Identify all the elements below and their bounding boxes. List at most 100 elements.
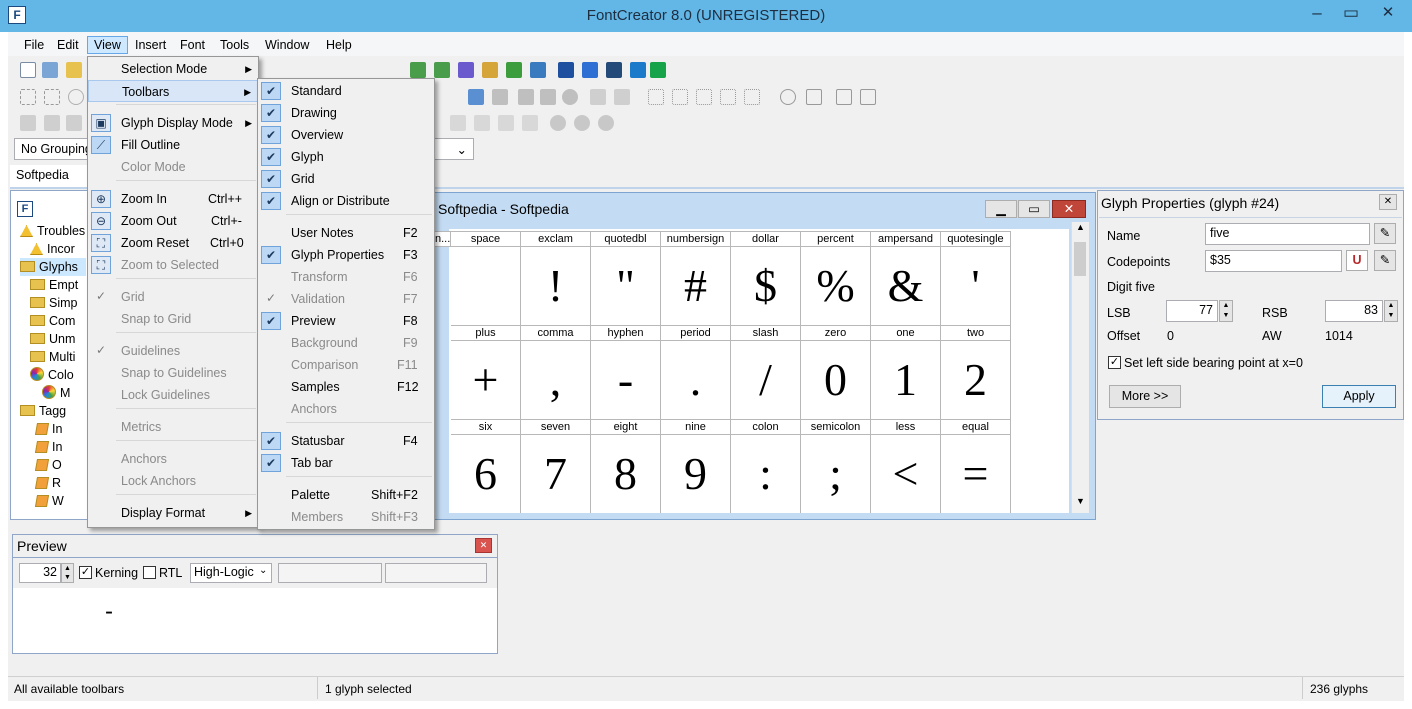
menu-tools[interactable]: Tools <box>214 36 255 54</box>
toolbar-toggle-anchors[interactable]: Anchors <box>258 398 434 420</box>
toolbar-toggle-transform[interactable]: Transform F6 <box>258 266 434 288</box>
unicode-icon[interactable]: U <box>1346 250 1368 271</box>
toolbar-toggle-members[interactable]: Members Shift+F3 <box>258 506 434 528</box>
tree-item-simp[interactable]: Simp <box>20 294 86 312</box>
tree-item-in[interactable]: In <box>20 438 86 456</box>
apply-button[interactable]: Apply <box>1322 385 1396 408</box>
grid-dist-icon[interactable] <box>744 89 760 105</box>
grid-align-icon[interactable] <box>696 89 712 105</box>
grouping-dropdown-arrow[interactable]: ⌄ <box>430 138 474 160</box>
toolbar-toggle-grid[interactable]: ✔ Grid <box>258 168 434 190</box>
glyph-cell-six[interactable]: 6 <box>451 435 521 513</box>
view-menu-item-lock-guidelines[interactable]: Lock Guidelines <box>88 384 258 406</box>
font-window-restore[interactable]: ▭ <box>1018 200 1050 218</box>
glyph-cell-colon[interactable]: : <box>731 435 801 513</box>
image-icon[interactable] <box>606 62 622 78</box>
union-icon[interactable] <box>550 115 566 131</box>
view-menu-item-zoom-out[interactable]: ⊖ Zoom Out Ctrl+- <box>88 210 258 232</box>
view-menu-item-zoom-in[interactable]: ⊕ Zoom In Ctrl++ <box>88 188 258 210</box>
tree-item-troubles[interactable]: Troubles <box>20 222 86 240</box>
view-menu-item-snap-to-grid[interactable]: Snap to Grid <box>88 308 258 330</box>
glyph-cell-semicolon[interactable]: ; <box>801 435 871 513</box>
glyph-cell-dollar[interactable]: $ <box>731 247 801 325</box>
view-menu-item-lock-anchors[interactable]: Lock Anchors <box>88 470 258 492</box>
view-menu-item-anchors[interactable]: Anchors <box>88 448 258 470</box>
close-button[interactable]: ✕ <box>1368 0 1408 28</box>
font-window-minimize[interactable]: ▁ <box>985 200 1017 218</box>
menu-edit[interactable]: Edit <box>51 36 85 54</box>
toolbar-toggle-statusbar[interactable]: ✔ Statusbar F4 <box>258 430 434 452</box>
view-menu-item-zoom-to-selected[interactable]: ⛶ Zoom to Selected <box>88 254 258 276</box>
scrollbar[interactable]: ▲ ▼ <box>1071 222 1089 513</box>
toolbar-toggle-align-or-distribute[interactable]: ✔ Align or Distribute <box>258 190 434 212</box>
view-menu-item-zoom-reset[interactable]: ⛶ Zoom Reset Ctrl+0 <box>88 232 258 254</box>
toolbar-toggle-preview[interactable]: ✔ Preview F8 <box>258 310 434 332</box>
glyph-cell-quotedbl[interactable]: " <box>591 247 661 325</box>
menu-window[interactable]: Window <box>259 36 315 54</box>
toolbar-toggle-drawing[interactable]: ✔ Drawing <box>258 102 434 124</box>
glyph-cell-plus[interactable]: + <box>451 341 521 419</box>
glyph-cell-space[interactable] <box>451 247 521 325</box>
name-field[interactable]: five <box>1205 223 1370 245</box>
menu-view[interactable]: View <box>87 36 128 54</box>
component-icon[interactable] <box>836 89 852 105</box>
view-menu-item-metrics[interactable]: Metrics <box>88 416 258 438</box>
tree-item-com[interactable]: Com <box>20 312 86 330</box>
background-image-icon[interactable] <box>468 89 484 105</box>
draw-contour-icon[interactable] <box>492 89 508 105</box>
name-edit-icon[interactable]: ✎ <box>1374 223 1396 244</box>
tree-item-in[interactable]: In <box>20 420 86 438</box>
tree-item-m[interactable]: M <box>20 384 86 402</box>
view-menu-item-toolbars[interactable]: Toolbars ▶ <box>88 80 258 102</box>
font-tab[interactable]: Softpedia <box>10 165 90 187</box>
grid-fit-icon[interactable] <box>720 89 736 105</box>
select-icon[interactable] <box>20 89 36 105</box>
scroll-up-icon[interactable]: ▲ <box>1072 222 1089 238</box>
toolbar-toggle-palette[interactable]: Palette Shift+F2 <box>258 484 434 506</box>
font-window-close[interactable]: ✕ <box>1052 200 1086 218</box>
scroll-thumb[interactable] <box>1074 242 1086 276</box>
toolbar-toggle-samples[interactable]: Samples F12 <box>258 376 434 398</box>
view-menu-item-selection-mode[interactable]: Selection Mode ▶ <box>88 58 258 80</box>
glyph-cell-quotesingle[interactable]: ' <box>941 247 1011 325</box>
properties-icon[interactable] <box>558 62 574 78</box>
anchor-lock-icon[interactable] <box>806 89 822 105</box>
lsb-spinner[interactable]: ▲ ▼ <box>1219 300 1233 322</box>
menu-font[interactable]: Font <box>174 36 211 54</box>
text-icon[interactable] <box>530 62 546 78</box>
codepoints-edit-icon[interactable]: ✎ <box>1374 250 1396 271</box>
glyph-cell-equal[interactable]: = <box>941 435 1011 513</box>
lsb-field[interactable]: 77 <box>1166 300 1218 322</box>
glyph-cell-slash[interactable]: / <box>731 341 801 419</box>
toolbar-toggle-user-notes[interactable]: User Notes F2 <box>258 222 434 244</box>
add-glyph-icon[interactable] <box>410 62 426 78</box>
glyph-cell-eight[interactable]: 8 <box>591 435 661 513</box>
pencil-icon[interactable] <box>482 62 498 78</box>
anchor-icon[interactable] <box>780 89 796 105</box>
next-icon[interactable] <box>614 89 630 105</box>
glyph-cell-percent[interactable]: % <box>801 247 871 325</box>
view-menu-item-glyph-display-mode[interactable]: ▣ Glyph Display Mode ▶ <box>88 112 258 134</box>
toolbar-toggle-glyph-properties[interactable]: ✔ Glyph Properties F3 <box>258 244 434 266</box>
grid-snap-icon[interactable] <box>672 89 688 105</box>
kerning-icon[interactable] <box>458 62 474 78</box>
menu-help[interactable]: Help <box>320 36 358 54</box>
glyph-cell-ampersand[interactable]: & <box>871 247 941 325</box>
tree-item-w[interactable]: W <box>20 492 86 510</box>
toolbar-toggle-glyph[interactable]: ✔ Glyph <box>258 146 434 168</box>
glyph-cell-exclam[interactable]: ! <box>521 247 591 325</box>
view-menu-item-display-format[interactable]: Display Format ▶ <box>88 502 258 524</box>
mirror-v-icon[interactable] <box>498 115 514 131</box>
rotate-icon[interactable] <box>522 115 538 131</box>
view-menu-item-guidelines[interactable]: ✓ Guidelines <box>88 340 258 362</box>
folder-open-icon[interactable] <box>66 62 82 78</box>
align-center-icon[interactable] <box>44 115 60 131</box>
tree-item-multi[interactable]: Multi <box>20 348 86 366</box>
glyph-cell-comma[interactable]: , <box>521 341 591 419</box>
toolbar-toggle-validation[interactable]: ✓ Validation F7 <box>258 288 434 310</box>
tree-item-tagg[interactable]: Tagg <box>20 402 86 420</box>
lsb-zero-checkbox[interactable]: ✓ <box>1108 356 1121 369</box>
toolbar-toggle-comparison[interactable]: Comparison F11 <box>258 354 434 376</box>
toolbar-toggle-overview[interactable]: ✔ Overview <box>258 124 434 146</box>
rectangle-icon[interactable] <box>540 89 556 105</box>
